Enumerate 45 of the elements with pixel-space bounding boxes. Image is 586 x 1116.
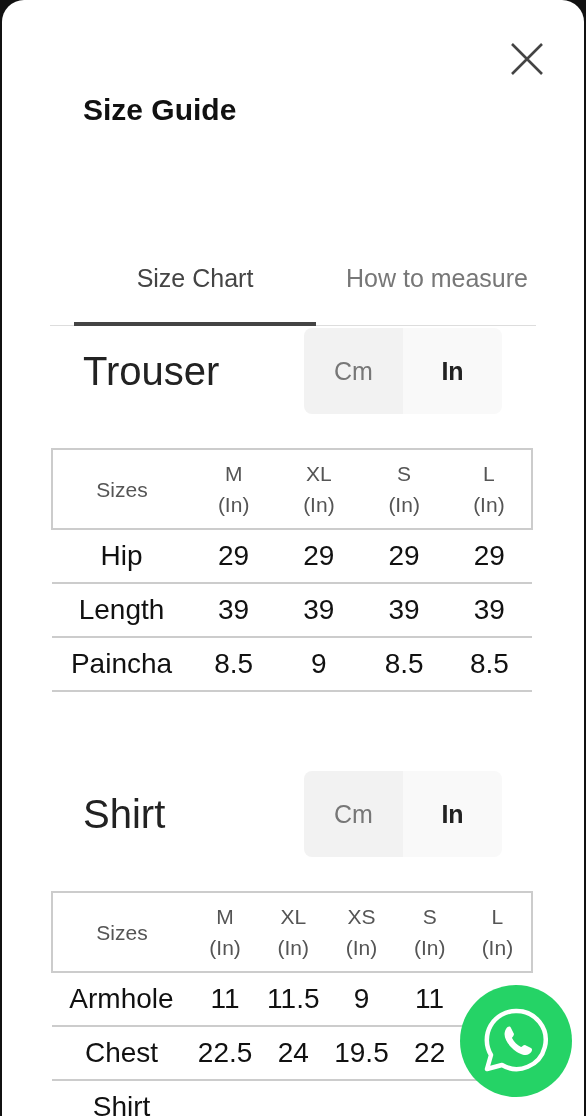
table-cell: 9 xyxy=(327,972,396,1026)
row-label: Paincha xyxy=(52,637,191,691)
table-cell: 19.5 xyxy=(327,1026,396,1080)
table-cell: 8.5 xyxy=(446,637,532,691)
column-header: XS (In) xyxy=(327,892,396,972)
table-cell: 8.5 xyxy=(191,637,277,691)
column-header: L (In) xyxy=(446,449,532,529)
dialog-title: Size Guide xyxy=(83,92,237,128)
column-header: S (In) xyxy=(395,892,464,972)
table-cell: 11.5 xyxy=(259,972,328,1026)
table-cell: 8.5 xyxy=(361,637,447,691)
table-cell: 22.5 xyxy=(191,1026,260,1080)
tab[interactable]: How to measure xyxy=(316,263,558,326)
column-header: Sizes xyxy=(52,892,191,972)
table-cell: 24 xyxy=(259,1026,328,1080)
section-title: Shirt xyxy=(83,791,167,837)
table-cell: 29 xyxy=(276,529,362,583)
section-title: Trouser xyxy=(83,348,221,394)
tab[interactable]: Size Chart xyxy=(74,263,316,326)
table-cell: 39 xyxy=(361,583,447,637)
column-header: XL (In) xyxy=(276,449,362,529)
close-icon[interactable] xyxy=(511,43,543,75)
table-cell: 39 xyxy=(446,583,532,637)
unit-toggle[interactable]: Cm xyxy=(304,328,403,414)
row-label: Length xyxy=(52,583,191,637)
column-header: L (In) xyxy=(463,892,532,972)
unit-toggle[interactable]: Cm xyxy=(304,771,403,857)
row-label: Chest xyxy=(52,1026,191,1080)
table-cell: 11 xyxy=(191,972,260,1026)
table-cell: 29 xyxy=(191,529,277,583)
unit-toggle[interactable]: In xyxy=(403,328,502,414)
table-cell: 39 xyxy=(276,583,362,637)
unit-toggle[interactable]: In xyxy=(403,771,502,857)
column-header: XL (In) xyxy=(259,892,328,972)
column-header: M (In) xyxy=(191,449,277,529)
row-label: Armhole xyxy=(52,972,191,1026)
table-cell: 39 xyxy=(191,583,277,637)
row-label: Shirt xyxy=(52,1080,191,1116)
row-label: Hip xyxy=(52,529,191,583)
table-cell: 9 xyxy=(276,637,362,691)
table-cell: 29 xyxy=(361,529,447,583)
column-header: S (In) xyxy=(361,449,447,529)
column-header: Sizes xyxy=(52,449,191,529)
column-header: M (In) xyxy=(191,892,260,972)
table-cell: 29 xyxy=(446,529,532,583)
